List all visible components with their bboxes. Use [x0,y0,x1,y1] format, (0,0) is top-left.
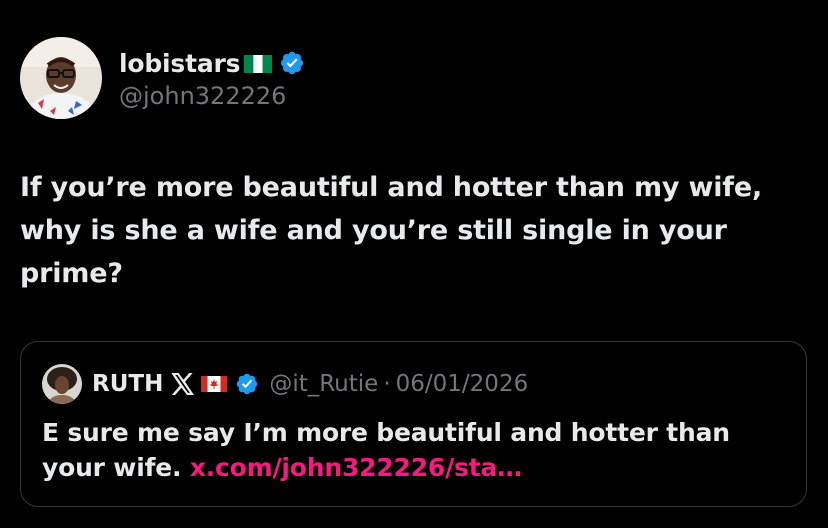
nigeria-flag-icon [244,55,273,73]
quoted-tweet-card[interactable]: RUTH @it_Rutie · 06/01/2026 E sure me sa… [20,341,807,507]
author-avatar-image [20,37,102,119]
author-display-name[interactable]: lobistars [119,49,241,78]
quoted-author-avatar-image [42,364,82,404]
author-name-row: lobistars [119,46,305,80]
verified-badge-icon[interactable] [235,372,259,396]
quoted-tweet-date[interactable]: 06/01/2026 [396,371,529,397]
quoted-tweet-text: E sure me say I’m more beautiful and hot… [42,415,792,485]
quoted-author-display-name[interactable]: RUTH [92,371,163,397]
author-avatar[interactable] [20,37,102,119]
separator-dot: · [383,371,391,397]
tweet-author-header: lobistars @john322226 [20,37,305,119]
x-logo-icon [171,373,195,395]
quoted-tweet-link[interactable]: x.com/john322226/sta… [190,453,522,482]
canada-flag-icon [201,376,228,392]
quoted-author-avatar[interactable] [42,364,82,404]
quoted-author-handle[interactable]: @it_Rutie [269,371,378,397]
tweet-text: If you’re more beautiful and hotter than… [20,172,763,289]
verified-badge-icon[interactable] [279,50,305,76]
author-names: lobistars @john322226 [119,46,305,110]
quoted-tweet-header: RUTH @it_Rutie · 06/01/2026 [42,362,528,406]
author-handle[interactable]: @john322226 [119,82,305,110]
